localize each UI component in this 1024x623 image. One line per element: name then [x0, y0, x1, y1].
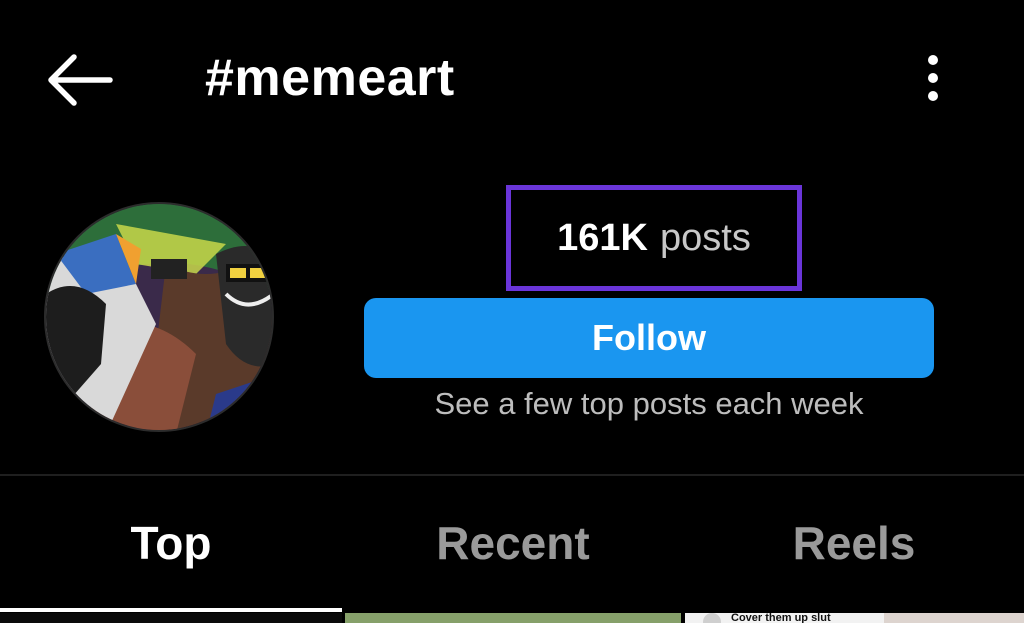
- page-title: #memeart: [205, 49, 455, 107]
- follow-hint-text: See a few top posts each week: [434, 386, 864, 421]
- follow-button[interactable]: Follow: [364, 298, 934, 378]
- post-count-value: 161K: [557, 216, 648, 259]
- section-divider: [0, 474, 1024, 476]
- hashtag-avatar[interactable]: [44, 202, 274, 432]
- more-vertical-icon: [928, 55, 938, 101]
- tab-recent[interactable]: Recent: [342, 516, 684, 576]
- thumbnail-image: [884, 613, 1024, 623]
- grid-thumbnail[interactable]: [0, 613, 342, 623]
- active-tab-indicator: [0, 608, 342, 612]
- thumbnail-avatar: [703, 613, 721, 623]
- more-options-button[interactable]: [908, 50, 958, 110]
- grid-thumbnail[interactable]: [345, 613, 681, 623]
- grid-thumbnail[interactable]: Cover them up slut: [685, 613, 1024, 623]
- top-app-bar: #memeart: [0, 0, 1024, 150]
- arrow-left-icon: [48, 54, 113, 106]
- back-button[interactable]: [40, 48, 120, 112]
- tab-top[interactable]: Top: [0, 516, 342, 576]
- thumbnail-caption: Cover them up slut: [731, 613, 831, 623]
- hashtag-page: #memeart 161K posts Follow See a few top…: [0, 0, 1024, 623]
- post-count-highlight: 161K posts: [506, 185, 802, 291]
- avatar-artwork-image: [46, 204, 272, 430]
- tab-reels[interactable]: Reels: [684, 516, 1024, 576]
- post-count-label: posts: [660, 216, 751, 259]
